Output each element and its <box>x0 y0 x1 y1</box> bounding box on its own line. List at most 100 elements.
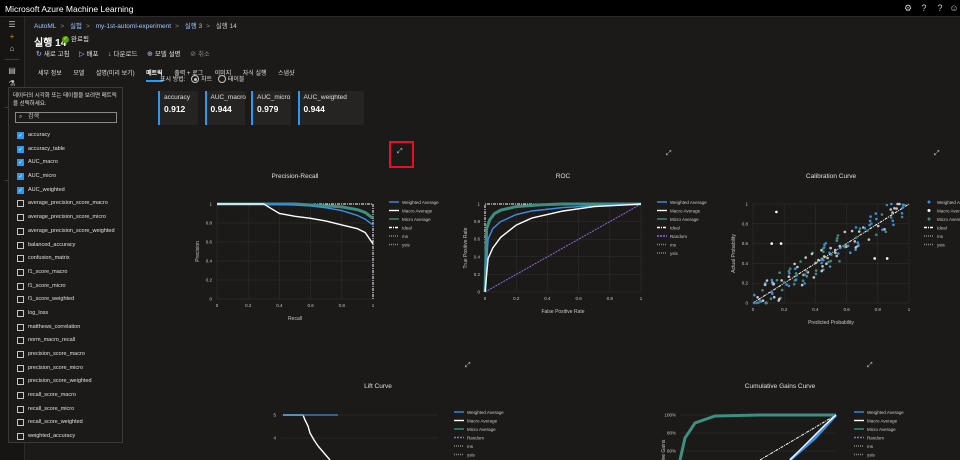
metric-item[interactable]: f1_score_weighted <box>17 295 121 309</box>
tab-models[interactable]: 모델 <box>73 68 84 80</box>
chart-title: Lift Curve <box>364 383 392 390</box>
breadcrumb-parent-run[interactable]: 실행 3 <box>185 23 202 30</box>
series-ideal <box>484 203 641 292</box>
scatter-point <box>835 254 838 258</box>
legend-label: Macro Average <box>937 209 960 214</box>
metric-item[interactable]: recall_score_weighted <box>17 418 121 432</box>
metric-checkbox[interactable]: ✓ <box>17 186 24 194</box>
metric-item[interactable]: ✓ AUC_macro <box>17 158 121 172</box>
metric-checkbox[interactable] <box>17 337 24 345</box>
metric-checkbox[interactable] <box>17 200 24 208</box>
expand-icon[interactable]: ⤢ <box>465 362 471 370</box>
metric-label: recall_score_weighted <box>28 419 83 426</box>
metric-item[interactable]: average_precision_score_weighted <box>17 227 121 241</box>
refresh-button[interactable]: ↻ 새로 고침 <box>36 49 70 61</box>
metric-item[interactable]: balanced_accuracy <box>17 241 121 255</box>
legend-label: Micro Average <box>867 427 896 432</box>
tab-child-runs[interactable]: 자식 실행 <box>243 68 267 80</box>
breadcrumb-current: 실행 14 <box>215 23 237 30</box>
metric-checkbox[interactable]: ✓ <box>17 145 24 153</box>
radio-table[interactable] <box>217 75 226 84</box>
metric-item[interactable]: f1_score_macro <box>17 268 121 282</box>
metric-checkbox[interactable] <box>17 255 24 263</box>
question-icon[interactable]: ? <box>934 2 946 14</box>
legend-label: ms <box>402 234 409 239</box>
metric-item[interactable]: recall_score_micro <box>17 405 121 419</box>
metric-item[interactable]: weighted_accuracy <box>17 432 121 446</box>
help-icon[interactable]: ? <box>918 2 930 14</box>
metric-checkbox[interactable] <box>17 227 24 235</box>
y-tick-label: 1 <box>745 202 748 207</box>
legend-label: Micro Average <box>937 217 960 222</box>
metric-search-input[interactable]: ⌕ 검색 <box>15 112 117 123</box>
metric-item[interactable]: ✓ AUC_weighted <box>17 186 121 200</box>
metric-item[interactable]: precision_score_micro <box>17 364 121 378</box>
metric-card: AUC_weighted 0.944 <box>297 91 364 125</box>
metric-checkbox[interactable] <box>17 419 24 427</box>
legend-label: Random <box>467 436 484 441</box>
y-tick-label: 0.8 <box>474 219 481 224</box>
metric-checkbox[interactable] <box>17 378 24 386</box>
metric-item[interactable]: average_precision_score_micro <box>17 213 121 227</box>
metric-item[interactable]: precision_score_weighted <box>17 377 121 391</box>
metric-checkbox[interactable]: ✓ <box>17 173 24 181</box>
deploy-button[interactable]: ▷ 배포 <box>79 49 98 61</box>
tab-snapshot[interactable]: 스냅샷 <box>278 68 295 80</box>
x-axis-label: False Positive Rate <box>541 309 584 315</box>
metric-item[interactable]: matthews_correlation <box>17 323 121 337</box>
view-label: 표시 방법: <box>160 77 186 83</box>
metric-checkbox[interactable] <box>17 323 24 331</box>
metric-label: AUC_macro <box>28 159 58 166</box>
metric-item[interactable]: recall_score_macro <box>17 391 121 405</box>
expand-icon[interactable]: ⤢ <box>934 150 940 158</box>
metric-item[interactable]: ✓ AUC_micro <box>17 172 121 186</box>
metric-checkbox[interactable] <box>17 405 24 413</box>
hamburger-icon[interactable]: ☰ <box>6 19 18 30</box>
metric-checkbox[interactable] <box>17 268 24 276</box>
metric-checkbox[interactable] <box>17 214 24 222</box>
metric-item[interactable]: confusion_matrix <box>17 254 121 268</box>
tab-explanations[interactable]: 설명(미리 보기) <box>96 68 135 80</box>
metric-checkbox[interactable] <box>17 433 24 441</box>
feedback-icon[interactable]: ☺ <box>948 2 960 14</box>
scatter-point <box>856 241 860 244</box>
y-tick-label: 0.4 <box>206 259 213 264</box>
metric-label: accuracy_table <box>28 145 65 152</box>
home-icon[interactable]: ⌂ <box>6 43 18 54</box>
metric-item[interactable]: ✓ accuracy_table <box>17 145 121 159</box>
explain-model-button[interactable]: ⊕ 모델 설명 <box>147 49 181 61</box>
download-button[interactable]: ↓ 다운로드 <box>108 49 137 61</box>
x-tick-label: 0.6 <box>575 296 582 301</box>
metric-item[interactable]: log_loss <box>17 309 121 323</box>
metric-item[interactable]: norm_macro_recall <box>17 336 121 350</box>
metric-checkbox[interactable] <box>17 351 24 358</box>
breadcrumb-experiments[interactable]: 실험 <box>70 23 82 30</box>
cancel-button[interactable]: ⊘ 취소 <box>190 49 210 61</box>
metric-item[interactable]: precision_score_macro <box>17 350 121 364</box>
notebook-icon[interactable]: ▤ <box>6 65 18 76</box>
metric-checkbox[interactable] <box>17 282 24 290</box>
search-icon: ⌕ <box>19 114 23 120</box>
scatter-point <box>770 278 774 282</box>
metric-item[interactable]: ✓ accuracy <box>17 131 121 145</box>
breadcrumb-automl[interactable]: AutoML <box>34 23 56 30</box>
metric-checkbox[interactable] <box>17 364 24 372</box>
tab-details[interactable]: 세부 정보 <box>38 68 62 80</box>
series-random <box>484 203 642 293</box>
settings-icon[interactable]: ⚙ <box>902 2 914 14</box>
metric-checkbox[interactable] <box>17 309 24 317</box>
radio-chart[interactable] <box>191 75 200 84</box>
breadcrumb-experiment[interactable]: my-1st-automl-experiment <box>96 23 172 30</box>
metric-item[interactable]: average_precision_score_macro <box>17 199 121 213</box>
plus-icon[interactable]: + <box>6 31 18 42</box>
metric-checkbox[interactable] <box>17 392 24 400</box>
metric-checkbox[interactable] <box>17 241 24 249</box>
metric-item[interactable]: f1_score_micro <box>17 282 121 296</box>
expand-icon[interactable]: ⤢ <box>666 150 672 158</box>
metric-checkbox[interactable] <box>17 296 24 304</box>
expand-icon[interactable]: ⤢ <box>397 148 403 156</box>
expand-icon[interactable]: ⤢ <box>867 362 873 370</box>
metric-checkbox[interactable]: ✓ <box>17 132 24 139</box>
chart-title: Cumulative Gains Curve <box>745 383 816 390</box>
metric-checkbox[interactable]: ✓ <box>17 159 24 167</box>
